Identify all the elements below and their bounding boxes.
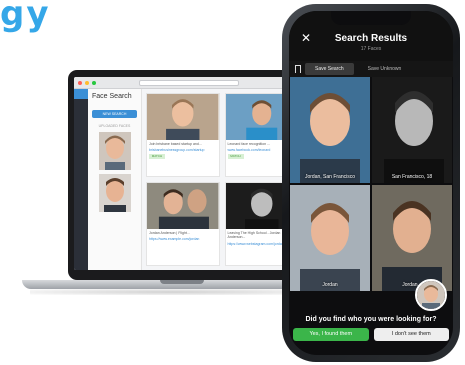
- face-caption: Jordan, San Francisco: [304, 174, 356, 180]
- results-count: 17 Faces: [360, 46, 382, 52]
- app-logo-icon[interactable]: [74, 89, 88, 99]
- query-face-image-2[interactable]: [98, 174, 131, 212]
- laptop-display: Face Search NEW SEARCH UPLOADED FACES Jo…: [74, 77, 302, 270]
- bookmark-icon[interactable]: [295, 65, 301, 73]
- panel-title: Face Search: [92, 93, 132, 100]
- found-them-button[interactable]: Yes, I found them: [293, 328, 369, 341]
- face-caption: Jordan: [322, 282, 338, 288]
- result-photo: [147, 183, 219, 229]
- face-caption: San Francisco, 18: [391, 174, 433, 180]
- result-photo: [147, 94, 219, 140]
- dont-see-them-button[interactable]: I don't see them: [373, 328, 449, 341]
- results-title: Search Results: [334, 33, 408, 44]
- face-result-3[interactable]: Jordan: [290, 185, 370, 291]
- new-search-button[interactable]: NEW SEARCH: [92, 110, 137, 118]
- query-face-image-1[interactable]: [98, 132, 131, 170]
- tab-save-search[interactable]: Save Search: [305, 63, 354, 75]
- laptop-shadow: [30, 289, 315, 295]
- browser-toolbar: [74, 77, 302, 89]
- close-window-dot[interactable]: [78, 80, 82, 85]
- laptop-hinge-notch: [160, 280, 204, 284]
- promo-stage: gy Face Search NEW SEARCH UPLOADED FACES: [0, 0, 465, 365]
- face-result-1[interactable]: Jordan, San Francisco: [290, 77, 370, 183]
- face-result-4[interactable]: Jordan...: [372, 185, 452, 291]
- result-link[interactable]: brisbanebusinessgroup.com/startup: [147, 148, 219, 152]
- close-icon[interactable]: ✕: [301, 31, 311, 45]
- face-result-2[interactable]: San Francisco, 18: [372, 77, 452, 183]
- phone-device: ✕ Search Results 17 Faces Save Search Sa…: [282, 4, 460, 362]
- result-card[interactable]: Jordan Anderson | Flight... https://www.…: [146, 182, 220, 266]
- app-body: Face Search NEW SEARCH UPLOADED FACES Jo…: [74, 89, 302, 270]
- laptop-screen: Face Search NEW SEARCH UPLOADED FACES Jo…: [68, 70, 308, 280]
- query-avatar[interactable]: [415, 279, 447, 311]
- app-sidebar-rail: [74, 89, 88, 270]
- address-bar[interactable]: [139, 79, 239, 86]
- tab-save-unknown[interactable]: Save Unknown: [358, 63, 412, 75]
- phone-screen: ✕ Search Results 17 Faces Save Search Sa…: [289, 11, 453, 355]
- result-title: Jordan Anderson | Flight...: [149, 230, 190, 235]
- face-results-grid: Jordan, San Francisco San Francisco, 18: [289, 77, 453, 291]
- result-title: Join brisbane based startup and...: [149, 141, 202, 146]
- match-badge: MATCH: [227, 154, 244, 160]
- result-link[interactable]: https://www.example.com/jordan: [147, 237, 219, 241]
- match-badge: MATCH: [149, 154, 165, 160]
- feedback-buttons: Yes, I found them I don't see them: [293, 328, 449, 341]
- phone-notch: [331, 11, 411, 25]
- maximize-window-dot[interactable]: [92, 80, 96, 85]
- brand-logo-fragment: gy: [0, 0, 51, 34]
- minimize-window-dot[interactable]: [85, 80, 89, 85]
- feedback-question: Did you find who you were looking for?: [305, 316, 437, 323]
- search-panel: Face Search NEW SEARCH UPLOADED FACES: [88, 89, 142, 270]
- results-grid: Join brisbane based startup and... brisb…: [142, 89, 302, 270]
- uploaded-faces-label: UPLOADED FACES: [98, 124, 131, 128]
- result-card[interactable]: Join brisbane based startup and... brisb…: [146, 93, 220, 177]
- results-tabs: Save Search Save Unknown: [289, 61, 453, 77]
